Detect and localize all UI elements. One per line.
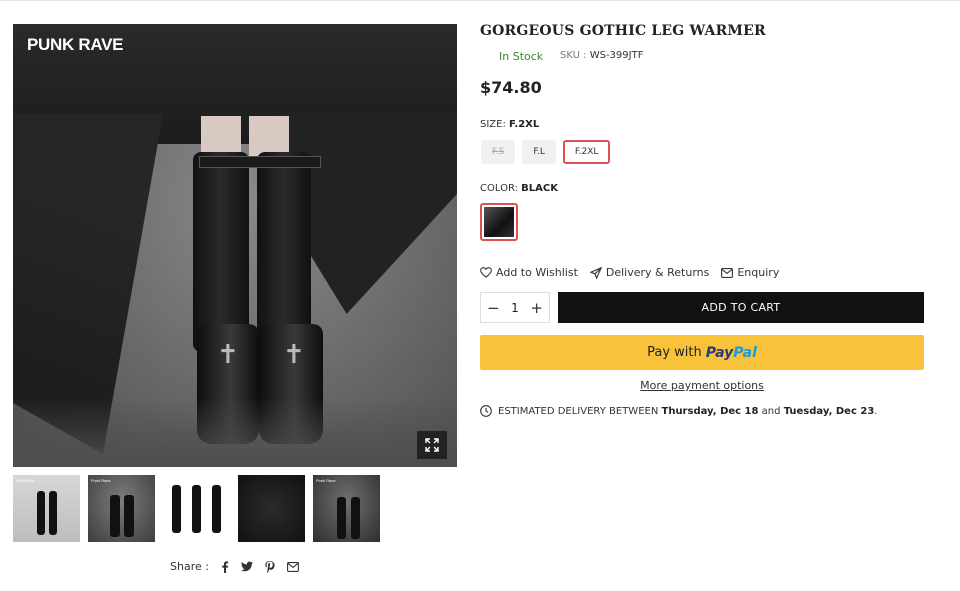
delivery-text: ESTIMATED DELIVERY BETWEEN Thursday, Dec… [498, 406, 877, 417]
top-divider [0, 0, 960, 1]
quantity-stepper: − 1 + [480, 292, 550, 323]
thumbnail-3-warmer [172, 485, 181, 533]
add-to-wishlist-link[interactable]: Add to Wishlist [480, 266, 578, 279]
thumbnail-3-warmer [212, 485, 221, 533]
expand-icon [425, 438, 439, 452]
thumbnail-5-brand: Punk Rave [316, 478, 336, 483]
thumbnail-5-leg [337, 497, 346, 539]
email-icon[interactable] [287, 561, 299, 572]
quantity-increase-button[interactable]: + [530, 299, 543, 317]
image-leg-left [193, 152, 249, 352]
image-leg-right [257, 152, 311, 352]
share-label: Share : [170, 560, 209, 573]
image-floor [13, 397, 457, 467]
color-label-text: COLOR: [480, 183, 518, 194]
paypal-logo-pay: Pay [705, 344, 734, 361]
thumbnail-3-warmer [192, 485, 201, 533]
quantity-decrease-button[interactable]: − [487, 299, 500, 317]
quantity-input[interactable]: 1 [511, 301, 519, 315]
size-option-fs[interactable]: F.S [481, 140, 516, 164]
thumbnail-5-leg [351, 497, 360, 539]
image-cross-left: ✝ [217, 340, 239, 370]
stock-status: In Stock [499, 50, 544, 63]
send-icon [589, 266, 602, 279]
delivery-returns-label: Delivery & Returns [605, 266, 710, 279]
thumbnail-2-brand: Punk Rave [91, 478, 111, 483]
clock-icon [480, 405, 492, 417]
enquiry-label: Enquiry [737, 266, 780, 279]
envelope-icon [721, 267, 734, 278]
more-payment-options-link[interactable]: More payment options [480, 379, 924, 392]
sku-value: WS-399JTF [589, 50, 644, 61]
size-label-text: SIZE: [480, 119, 506, 130]
color-swatch-black[interactable] [480, 203, 518, 241]
image-thigh-left [201, 116, 241, 156]
enquiry-link[interactable]: Enquiry [721, 266, 779, 279]
share-row: Share : [170, 560, 299, 573]
twitter-icon[interactable] [240, 561, 253, 572]
delivery-returns-link[interactable]: Delivery & Returns [589, 266, 710, 279]
delivery-from-date: Thursday, Dec 18 [661, 405, 759, 417]
paypal-button[interactable]: Pay with PayPal [480, 335, 924, 370]
add-to-cart-button[interactable]: ADD TO CART [558, 292, 924, 323]
thumbnail-3[interactable] [163, 475, 230, 542]
thumbnail-1-brand: PunkRave [16, 478, 35, 483]
sku-label: SKU : [560, 50, 587, 61]
wishlist-label: Add to Wishlist [496, 266, 578, 279]
color-swatch-image [484, 207, 514, 237]
size-selected-value: F.2XL [509, 119, 540, 130]
paypal-prefix: Pay with [647, 345, 702, 360]
thumbnail-2[interactable]: Punk Rave [88, 475, 155, 542]
size-option-f2xl[interactable]: F.2XL [562, 140, 611, 164]
main-product-image[interactable]: ✝ ✝ PUNK RAVE [13, 24, 457, 467]
heart-icon [480, 267, 492, 278]
sku: SKU : WS-399JTF [560, 50, 643, 61]
thumbnail-1-leg [49, 491, 57, 535]
thumbnail-1-leg [37, 491, 45, 535]
thumbnail-4[interactable] [238, 475, 305, 542]
size-option-fl[interactable]: F.L [522, 140, 556, 164]
delivery-and: and [761, 405, 781, 417]
thumbnail-2-leg [110, 495, 120, 537]
facebook-icon[interactable] [221, 560, 229, 573]
color-label: COLOR: BLACK [480, 183, 558, 194]
paypal-logo: PayPal [706, 345, 757, 361]
product-action-links: Add to Wishlist Delivery & Returns Enqui… [480, 266, 779, 279]
image-strap [199, 156, 321, 168]
zoom-button[interactable] [417, 431, 447, 459]
pinterest-icon[interactable] [265, 560, 275, 573]
thumbnail-1[interactable]: PunkRave [13, 475, 80, 542]
thumbnail-strip: PunkRave Punk Rave Punk Rave [13, 475, 380, 542]
size-label: SIZE: F.2XL [480, 119, 539, 130]
estimated-delivery: ESTIMATED DELIVERY BETWEEN Thursday, Dec… [480, 405, 877, 417]
product-price: $74.80 [480, 78, 542, 97]
delivery-prefix: ESTIMATED DELIVERY BETWEEN [498, 405, 659, 417]
delivery-to-date: Tuesday, Dec 23 [783, 405, 875, 417]
delivery-suffix: . [874, 405, 878, 417]
thumbnail-5[interactable]: Punk Rave [313, 475, 380, 542]
thumbnail-2-leg [124, 495, 134, 537]
product-title: GORGEOUS GOTHIC LEG WARMER [480, 23, 766, 39]
size-options: F.S F.L F.2XL [481, 140, 611, 164]
image-cross-right: ✝ [283, 340, 305, 370]
image-thigh-right [249, 116, 289, 156]
brand-logo: PUNK RAVE [27, 35, 124, 54]
color-selected-value: BLACK [521, 183, 558, 194]
paypal-logo-pal: Pal [733, 344, 757, 361]
